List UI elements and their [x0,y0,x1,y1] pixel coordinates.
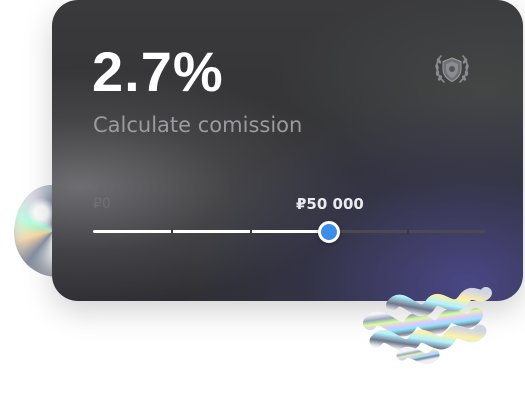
slider-thumb[interactable] [318,221,340,243]
slider-value-label: ₽50 000 [296,195,364,213]
slider-tick [171,229,173,234]
calculate-commission-label: Calculate comission [93,113,303,137]
commission-rate: 2.7% [92,40,224,103]
shield-laurel-icon [430,50,474,90]
slider-tick [250,229,252,234]
holographic-spring-decoration [352,245,492,375]
slider-fill [93,230,328,233]
slider-tick [407,229,409,234]
slider-min-label: ₽0 [93,196,111,212]
amount-slider[interactable] [93,221,485,243]
stage: 2.7% Calculate comission ₽0 ₽50 000 [0,0,525,414]
